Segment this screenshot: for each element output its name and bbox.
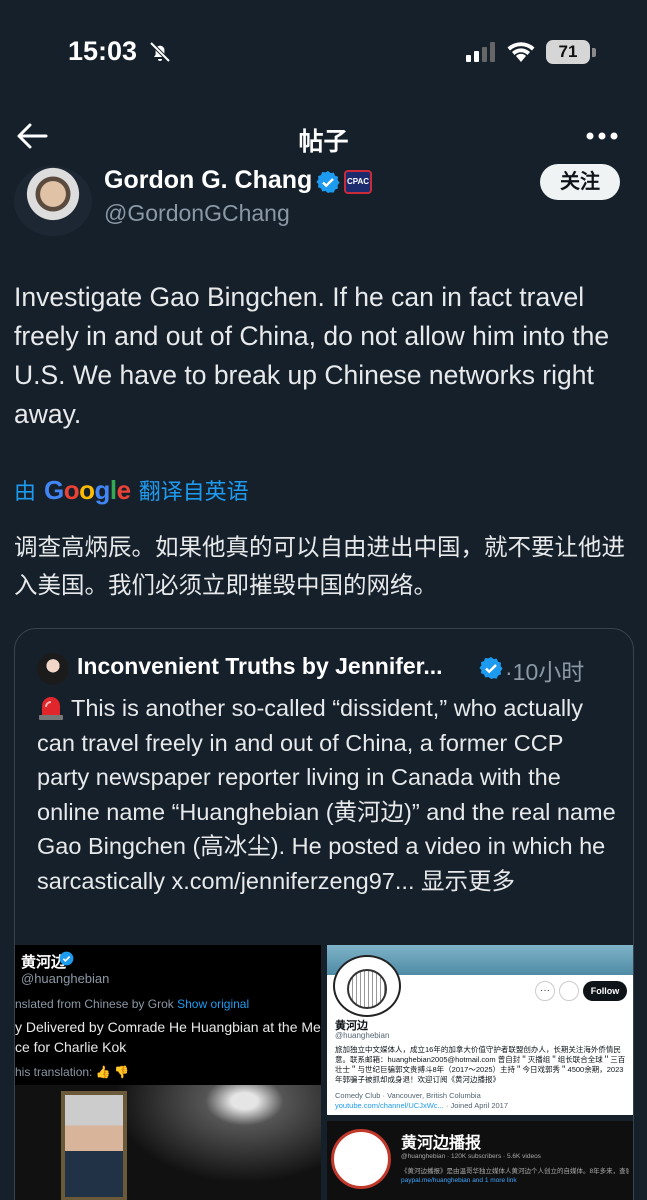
media-left-verified-icon <box>59 951 74 966</box>
profile-handle: @huanghebian <box>335 1031 390 1040</box>
profile-link: youtube.com/channel/UCJxWc... <box>335 1101 444 1110</box>
profile-follow-button: Follow <box>583 981 627 1001</box>
tweet-text: Investigate Gao Bingchen. If he can in f… <box>14 282 610 429</box>
profile-category: Comedy Club <box>335 1091 381 1100</box>
bell-muted-icon <box>149 41 171 63</box>
translated-suffix: 翻译自英语 <box>138 479 249 504</box>
media-left-translated-label: nslated from Chinese by Grok <box>15 997 174 1011</box>
author-avatar[interactable] <box>14 166 92 236</box>
profile-location: Vancouver, British Columbia <box>387 1091 481 1100</box>
google-logo: Google <box>44 474 131 505</box>
verified-badge-icon <box>316 171 340 193</box>
status-bar: 15:03 71 <box>0 0 647 100</box>
status-time: 15:03 <box>68 36 138 66</box>
page-title: 帖子 <box>298 128 349 156</box>
channel-meta: @huanghebian · 120K subscribers · 5.6K v… <box>401 1153 541 1160</box>
battery-tip <box>592 48 596 57</box>
quoted-timestamp: ·10小时 <box>505 659 585 685</box>
profile-joined: Joined April 2017 <box>450 1101 509 1110</box>
follow-button[interactable]: 关注 <box>540 164 620 200</box>
more-options-icon[interactable] <box>586 132 618 140</box>
profile-meta: Comedy Club · Vancouver, British Columbi… <box>335 1091 509 1110</box>
channel-title: 黄河边播报 <box>401 1135 482 1152</box>
author-name[interactable]: Gordon G. Chang <box>104 166 312 195</box>
profile-bio: 旅加独立中文媒体人，成立16年的加拿大价值守护者联盟创办人，长期关注海外侨情民意… <box>335 1045 626 1084</box>
media-left-translated: nslated from Chinese by Grok Show origin… <box>15 997 249 1011</box>
translation-attribution[interactable]: 由 Google 翻译自英语 <box>14 474 249 506</box>
cellular-signal-icon <box>466 42 495 62</box>
profile-more-icon: ··· <box>535 981 555 1001</box>
media-left-body: y Delivered by Comrade He Huangbian at t… <box>15 1017 321 1057</box>
wifi-icon <box>507 42 535 62</box>
media-left-rate-translation: his translation: 👍 👎 <box>15 1065 129 1079</box>
media-left-body-line: ce for Charlie Kok <box>15 1039 127 1055</box>
channel-description: 《黄河边播报》是由温哥华独立媒体人黄河边个人创立的自媒体。8年多来，查验伪群黄.… <box>401 1168 629 1175</box>
quoted-text: This is another so-called “dissident,” w… <box>37 695 616 894</box>
media-left-show-original: Show original <box>177 997 250 1011</box>
translated-prefix: 由 <box>14 479 37 504</box>
siren-emoji-icon <box>39 697 63 720</box>
channel-avatar <box>331 1129 391 1189</box>
quoted-verified-icon <box>479 657 503 679</box>
top-nav: 帖子 <box>0 110 647 162</box>
channel-link: paypal.me/huanghebian and 1 more link <box>401 1177 517 1184</box>
quoted-avatar <box>37 653 69 685</box>
battery-indicator: 71 <box>546 40 590 64</box>
quoted-author-name: Inconvenient Truths by Jennifer... <box>77 653 443 679</box>
affiliation-badge[interactable]: CPAC <box>344 170 372 194</box>
author-handle[interactable]: @GordonGChang <box>104 200 290 227</box>
media-profile-screenshot[interactable]: ··· Follow 黄河边 @huanghebian 旅加独立中文媒体人，成立… <box>327 945 633 1115</box>
tweet-translation: 调查高炳辰。如果他真的可以自由进出中国，就不要让他进入美国。我们必须立即摧毁中国… <box>14 534 625 598</box>
media-youtube-screenshot[interactable]: 黄河边播报 @huanghebian · 120K subscribers · … <box>327 1121 633 1200</box>
media-left-screenshot[interactable]: 黄河边 @huanghebian nslated from Chinese by… <box>15 945 321 1200</box>
cartoon-face-icon <box>347 969 387 1009</box>
profile-message-icon <box>559 981 579 1001</box>
quoted-text-block: This is another so-called “dissident,” w… <box>37 691 617 898</box>
media-left-handle: @huanghebian <box>21 971 110 986</box>
quoted-tweet[interactable]: Inconvenient Truths by Jennifer... ·10小时… <box>14 628 634 1200</box>
media-left-rate-label: his translation: <box>15 1065 93 1079</box>
portrait-frame <box>61 1091 127 1200</box>
media-left-body-line: y Delivered by Comrade He Huangbian at t… <box>15 1019 321 1035</box>
